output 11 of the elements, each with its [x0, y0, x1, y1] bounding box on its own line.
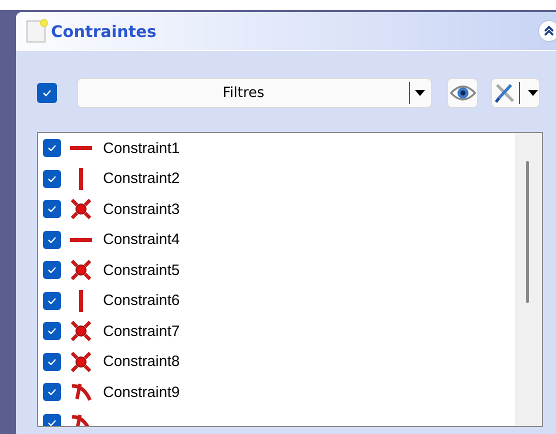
constraint-label[interactable]: Constraint5 — [103, 262, 180, 279]
constraint-label[interactable]: Constraint3 — [103, 200, 180, 218]
constraint-label[interactable]: Constraint7 — [103, 322, 180, 340]
constraint-label[interactable]: Constraint8 — [103, 353, 180, 370]
filter-dropdown[interactable]: Filtres — [77, 78, 432, 108]
constraint-label[interactable]: Constraint4 — [103, 231, 180, 248]
panel-title: Contraintes — [51, 22, 156, 40]
constraint-label[interactable]: Constraint1 — [103, 140, 180, 157]
constraint-label[interactable]: Constraint9 — [103, 384, 180, 401]
constraint-label[interactable]: Constraint6 — [103, 292, 180, 310]
constraint-label[interactable]: Constraint2 — [103, 170, 180, 188]
